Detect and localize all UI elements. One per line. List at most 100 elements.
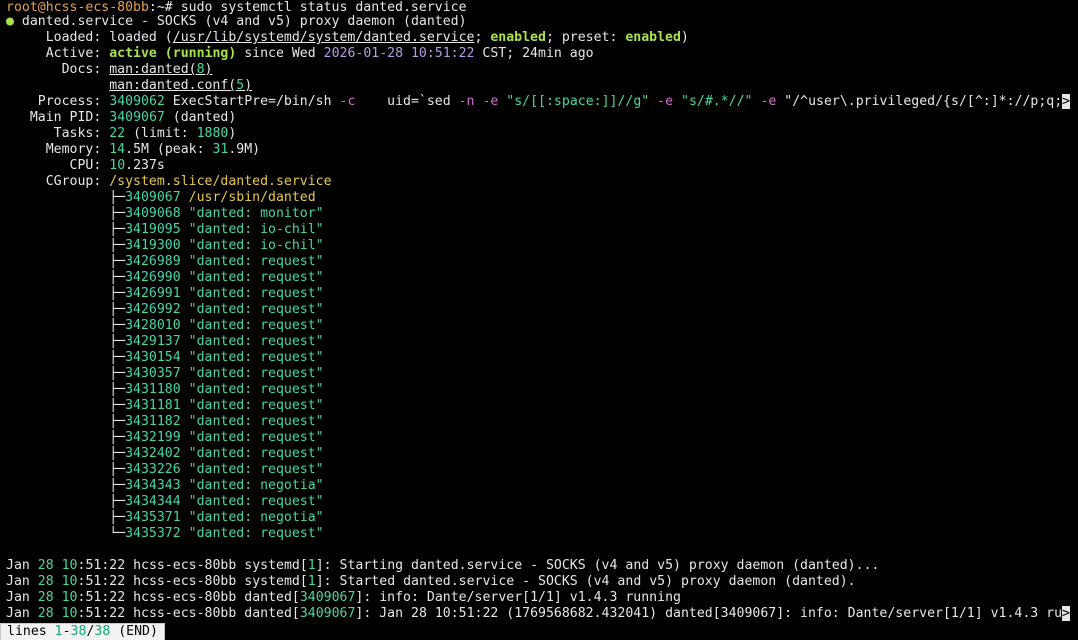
log-hour: 10 [61, 590, 78, 605]
docs-link-danted-conf[interactable]: man:danted.conf(5) [109, 78, 252, 93]
log-day: 28 [37, 574, 54, 589]
prompt-command: sudo systemctl status danted.service [180, 0, 467, 15]
log-space [54, 590, 62, 605]
process-flag-e3: -e [760, 94, 777, 109]
pager-total: 38 [94, 624, 111, 639]
tree-branch: ├─ [109, 286, 126, 301]
log-hour: 10 [61, 558, 78, 573]
unit-title: danted.service - SOCKS (v4 and v5) proxy… [21, 14, 467, 29]
log-host-b: ecs-80bb [172, 590, 237, 605]
process-name: "danted: request" [180, 270, 324, 285]
tree-branch: ├─ [109, 238, 126, 253]
tree-branch: ├─ [109, 190, 126, 205]
tasks-limit: 1880 [196, 126, 229, 141]
process-pid: 3426990 [125, 270, 181, 285]
log-host-a: hcss- [133, 558, 173, 573]
unit-title-line: ● danted.service - SOCKS (v4 and v5) pro… [6, 14, 1078, 30]
log-time-rest: :51:22 [77, 574, 134, 589]
process-name: "danted: request" [180, 462, 324, 477]
cgroup-process-row: └─3435372 "danted: request" [6, 526, 1078, 542]
tree-branch: ├─ [109, 446, 126, 461]
cgroup-process-row: ├─3431182 "danted: request" [6, 414, 1078, 430]
active-date: 2026-01-28 10:51:22 [323, 46, 475, 61]
cgroup-process-row: ├─3428010 "danted: request" [6, 318, 1078, 334]
memory-b: .5M (peak: [125, 142, 213, 157]
process-pid: 3426989 [125, 254, 181, 269]
log-host-b: ecs-80bb [172, 574, 237, 589]
mainpid-line: Main PID: 3409067 (danted) [6, 110, 1078, 126]
process-pid: 3426991 [125, 286, 181, 301]
log-proc: danted[ [236, 590, 300, 605]
process-name: "danted: request" [180, 366, 324, 381]
process-name: "danted: request" [180, 350, 324, 365]
tree-branch: ├─ [109, 206, 126, 221]
memory-label: Memory: [45, 142, 102, 157]
tasks-label: Tasks: [53, 126, 102, 141]
loaded-preset: enabled [625, 30, 681, 45]
cgroup-process-row: ├─3426991 "danted: request" [6, 286, 1078, 302]
process-pid: 3435372 [125, 526, 181, 541]
log-message: ]: Started danted.service - SOCKS (v4 an… [315, 574, 856, 589]
log-host-a: hcss- [133, 606, 173, 621]
cgroup-process-row: ├─3429137 "danted: request" [6, 334, 1078, 350]
cgroup-process-row: ├─3409067 /usr/sbin/danted [6, 190, 1078, 206]
process-flag-e2: -e [657, 94, 674, 109]
tree-branch: ├─ [109, 302, 126, 317]
process-str1: "s/[[:space:]]//g" [506, 94, 650, 109]
log-hour: 10 [61, 606, 78, 621]
process-pid: 3429137 [125, 334, 181, 349]
cgroup-process-row: ├─3419095 "danted: io-chil" [6, 222, 1078, 238]
process-pid: 3433226 [125, 462, 181, 477]
memory-c: 31 [212, 142, 229, 157]
docs-2-num: 5 [236, 78, 245, 93]
log-message: ]: info: Dante/server[1/1] v1.4.3 runnin… [355, 590, 681, 605]
tree-branch: ├─ [109, 478, 126, 493]
process-name: "danted: request" [180, 446, 324, 461]
log-time-rest: :51:22 [77, 606, 134, 621]
cgroup-process-row: ├─3433226 "danted: request" [6, 462, 1078, 478]
log-pid: 1 [307, 574, 316, 589]
docs-1-name: man:danted( [109, 62, 197, 77]
process-pid: 3432199 [125, 430, 181, 445]
tasks-limit-end: ) [228, 126, 237, 141]
process-name: "danted: request" [180, 494, 324, 509]
tasks-num: 22 [109, 126, 126, 141]
pager-from: 1 [54, 624, 63, 639]
loaded-preset-label: ; preset: [545, 30, 626, 45]
process-pid: 3434343 [125, 478, 181, 493]
process-label: Process: [37, 94, 102, 109]
process-pid: 3435371 [125, 510, 181, 525]
tree-branch: ├─ [109, 510, 126, 525]
cpu-line: CPU: 10.237s [6, 158, 1078, 174]
log-month: Jan [6, 606, 38, 621]
active-tz: CST; 24min ago [474, 46, 594, 61]
cpu-label: CPU: [69, 158, 102, 173]
process-pid: 3428010 [125, 318, 181, 333]
process-pid: 3434344 [125, 494, 181, 509]
log-pid: 3409067 [299, 606, 356, 621]
process-name: "danted: request" [180, 414, 324, 429]
cgroup-process-row: ├─3426989 "danted: request" [6, 254, 1078, 270]
prompt-user-host: root@hcss-ecs-80bb [6, 0, 149, 15]
process-pid: 3419300 [125, 238, 181, 253]
process-str2: "s/#.*//" [681, 94, 753, 109]
terminal-window[interactable]: root@hcss-ecs-80bb:~# sudo systemctl sta… [0, 0, 1078, 640]
tree-branch: ├─ [109, 254, 126, 269]
process-name: "danted: negotia" [180, 478, 324, 493]
status-dot-icon: ● [6, 14, 14, 29]
process-text-b: uid=`sed [355, 94, 459, 109]
log-day: 28 [37, 606, 54, 621]
tree-branch: ├─ [109, 462, 126, 477]
process-pid: 3409062 [109, 94, 165, 109]
process-name: "danted: io-chil" [180, 222, 324, 237]
loaded-pre: loaded ( [109, 30, 173, 45]
mainpid-label: Main PID: [29, 110, 102, 125]
cgroup-process-row: ├─3426992 "danted: request" [6, 302, 1078, 318]
tree-branch: ├─ [109, 494, 126, 509]
process-name: "danted: request" [180, 430, 324, 445]
docs-link-danted[interactable]: man:danted(8) [109, 62, 212, 77]
active-since: since Wed [236, 46, 324, 61]
process-flag-n: -n [458, 94, 475, 109]
log-day: 28 [37, 558, 54, 573]
docs-2-name: man:danted.conf( [109, 78, 237, 93]
